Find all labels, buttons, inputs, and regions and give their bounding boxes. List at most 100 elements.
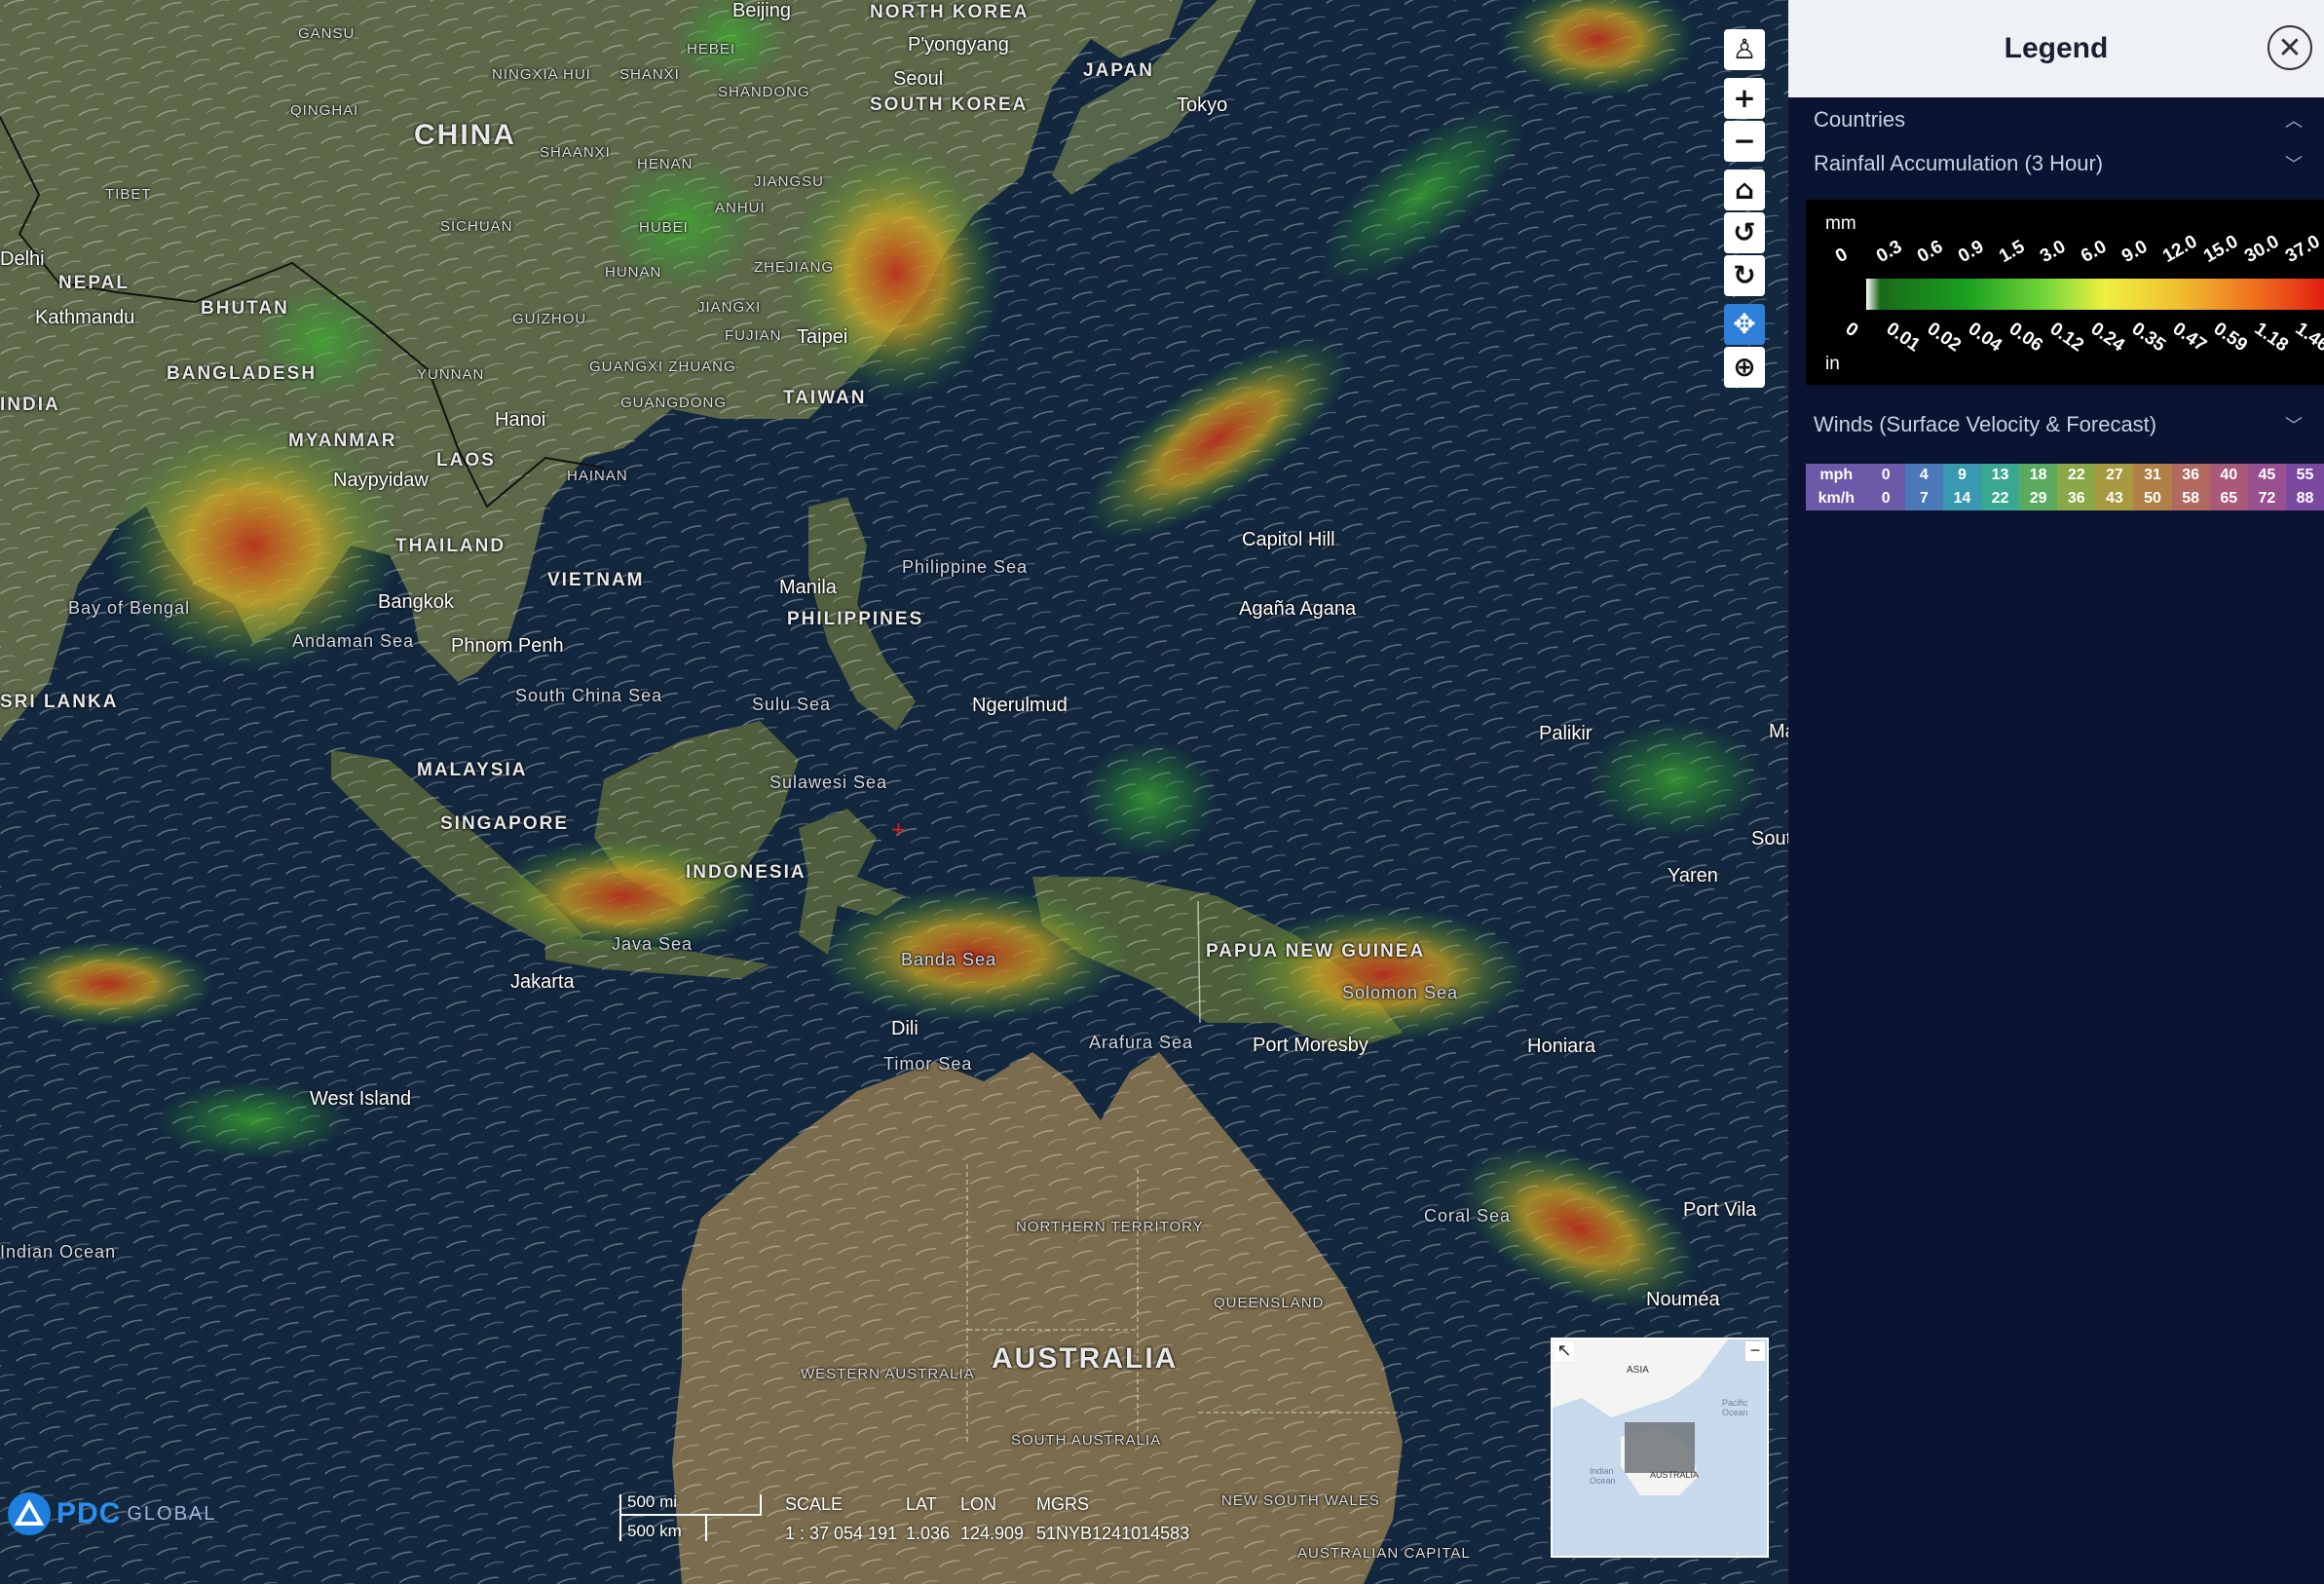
street-view-button[interactable]: ♙ <box>1724 29 1765 70</box>
rain-in-tick: 0.24 <box>2086 318 2128 357</box>
wind-speed-cell: 14 <box>1942 487 1981 510</box>
region-label: JIANGSU <box>754 173 825 190</box>
rain-mm-tick: 0.9 <box>1955 236 1988 268</box>
city-label: Naypyidaw <box>333 470 429 491</box>
scale-bar: 500 mi 500 km <box>619 1492 762 1543</box>
city-label: Palikir <box>1539 723 1593 744</box>
region-label: NINGXIA HUI <box>492 66 591 83</box>
rain-mm-tick: 37.0 <box>2282 231 2324 268</box>
sea-label: Coral Sea <box>1424 1206 1512 1226</box>
zoom-in-button[interactable]: + <box>1724 78 1765 119</box>
region-label: HAINAN <box>567 468 628 484</box>
city-label: Dili <box>891 1018 918 1039</box>
wind-speed-cell: 4 <box>1904 464 1943 487</box>
country-label: AUSTRALIA <box>992 1342 1179 1375</box>
logo-pdc-text: PDC <box>56 1497 122 1529</box>
rain-in-tick: 1.18 <box>2250 318 2292 357</box>
scale-mi-label: 500 mi <box>627 1492 678 1511</box>
pdc-logo-icon <box>8 1492 51 1535</box>
move-arrows-icon: ✥ <box>1733 308 1756 340</box>
legend-panel: Legend ✕ Countries ︿ Rainfall Accumulati… <box>1788 0 2324 1584</box>
city-label: Port Vila <box>1683 1199 1757 1221</box>
wind-speed-cell: 27 <box>2095 464 2134 487</box>
country-label: BHUTAN <box>201 298 289 319</box>
wind-speed-cell: 55 <box>2285 464 2324 487</box>
wind-speed-cell: 31 <box>2133 464 2172 487</box>
country-label: LAOS <box>436 450 496 471</box>
close-legend-button[interactable]: ✕ <box>2268 25 2312 70</box>
overview-collapse-icon[interactable]: − <box>1745 1341 1765 1361</box>
region-label: ZHEJIANG <box>754 259 835 276</box>
country-label: MALAYSIA <box>417 760 528 780</box>
map-view[interactable]: + CHINA NORTH KOREA SOUTH KOREA JAPAN MYANMA… <box>0 0 1788 1584</box>
home-button[interactable]: ⌂ <box>1724 170 1765 210</box>
legend-section-label: Rainfall Accumulation (3 Hour) <box>1814 150 2104 175</box>
scale-header: SCALE <box>785 1494 843 1514</box>
legend-section-countries[interactable]: Countries ︿ <box>1788 97 2324 141</box>
city-label: West Island <box>310 1088 412 1110</box>
legend-section-label: Winds (Surface Velocity & Forecast) <box>1814 411 2157 436</box>
wind-speed-cell: 22 <box>2057 464 2096 487</box>
city-label: Manila <box>779 577 837 598</box>
country-label: PHILIPPINES <box>787 609 924 629</box>
legend-section-rainfall[interactable]: Rainfall Accumulation (3 Hour) ﹀ <box>1788 141 2324 185</box>
sea-label: Philippine Sea <box>902 557 1029 577</box>
scale-km-label: 500 km <box>627 1522 682 1540</box>
scale-value: 1 : 37 054 191 <box>785 1524 898 1543</box>
region-label: YUNNAN <box>417 366 485 383</box>
region-label: QUEENSLAND <box>1214 1295 1325 1311</box>
city-label: Majuro <box>1769 721 1788 742</box>
country-label: TAIWAN <box>783 388 867 408</box>
rain-mm-tick: 0.3 <box>1873 236 1906 268</box>
rotate-left-button[interactable]: ↺ <box>1724 212 1765 253</box>
country-label: MYANMAR <box>288 431 397 451</box>
overview-map[interactable]: ↖ − ASIA Pacific Ocean Indian Ocean AUST… <box>1551 1338 1769 1558</box>
logo-global-text: GLOBAL <box>127 1502 217 1525</box>
region-label: SHANDONG <box>718 84 810 100</box>
overview-expand-icon[interactable]: ↖ <box>1555 1341 1574 1361</box>
chevron-down-icon: ﹀ <box>2285 154 2303 175</box>
lon-value: 124.909 <box>960 1524 1025 1543</box>
wind-speed-cell: 36 <box>2171 464 2210 487</box>
wind-speed-cell: 65 <box>2209 487 2248 510</box>
rotate-right-button[interactable]: ↻ <box>1724 255 1765 296</box>
plus-icon: + <box>1733 82 1756 114</box>
rain-mm-tick: 6.0 <box>2078 236 2111 268</box>
region-label: SHAANXI <box>540 144 611 161</box>
zoom-out-button[interactable]: − <box>1724 121 1765 162</box>
wind-mph-row: mph 0 4 9 13 18 22 27 31 36 40 45 55 <box>1806 464 2324 487</box>
country-label: INDONESIA <box>686 862 806 883</box>
sea-label: Indian Ocean <box>0 1242 117 1262</box>
rain-in-tick: 0.02 <box>1923 318 1965 357</box>
wind-speed-cell: 9 <box>1942 464 1981 487</box>
city-label: Capitol Hill <box>1242 529 1335 550</box>
legend-section-label: Countries <box>1814 106 1906 132</box>
city-label: Port Moresby <box>1253 1035 1368 1056</box>
legend-section-winds[interactable]: Winds (Surface Velocity & Forecast) ﹀ <box>1788 402 2324 446</box>
region-label: TIBET <box>105 186 152 203</box>
sea-label: Arafura Sea <box>1089 1033 1194 1052</box>
rain-in-tick: 1.46 <box>2291 318 2324 357</box>
region-label: SOUTH AUSTRALIA <box>1011 1432 1162 1449</box>
wind-speed-cell: 13 <box>1980 464 2020 487</box>
region-label: GUANGXI ZHUANG <box>589 358 736 375</box>
city-label: Seoul <box>893 68 944 90</box>
pan-button[interactable]: ✥ <box>1724 304 1765 345</box>
wind-unit-label: km/h <box>1806 487 1867 510</box>
sea-label: Sulu Sea <box>752 695 832 714</box>
rain-in-tick: 0.04 <box>1964 318 2005 357</box>
overview-indian-label: Indian Ocean <box>1590 1466 1616 1486</box>
overview-australia-label: AUSTRALIA <box>1650 1470 1700 1480</box>
pegman-icon: ♙ <box>1732 33 1757 65</box>
rain-in-tick: 0.06 <box>2005 318 2046 357</box>
region-label: SICHUAN <box>440 218 513 235</box>
region-label: HUNAN <box>605 264 662 281</box>
city-label: Tokyo <box>1177 94 1228 116</box>
zoom-box-button[interactable]: ⊕ <box>1724 347 1765 388</box>
pdc-global-logo[interactable]: PDC GLOBAL <box>8 1492 216 1535</box>
country-label: SINGAPORE <box>440 813 570 834</box>
overview-asia-label: ASIA <box>1627 1365 1649 1376</box>
rain-in-tick: 0.59 <box>2209 318 2251 357</box>
country-label: THAILAND <box>395 536 506 556</box>
wind-speed-cell: 18 <box>2019 464 2058 487</box>
